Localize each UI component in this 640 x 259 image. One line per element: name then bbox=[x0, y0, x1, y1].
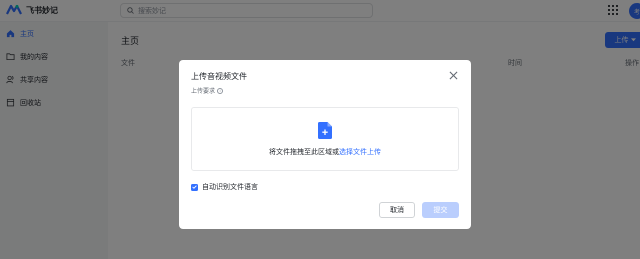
upload-requirements-label: 上传要求 bbox=[191, 89, 216, 95]
select-file-link[interactable]: 选择文件上传 bbox=[339, 149, 381, 156]
checkmark-icon bbox=[192, 185, 197, 189]
dropzone-hint: 将文件拖拽至此区域或 bbox=[269, 149, 339, 156]
info-icon: i bbox=[217, 87, 224, 94]
auto-detect-checkbox[interactable] bbox=[191, 183, 198, 191]
cancel-button[interactable]: 取消 bbox=[379, 202, 415, 218]
dialog-title: 上传音视频文件 bbox=[191, 72, 247, 81]
upload-dialog: 上传音视频文件 上传要求 i 将文件拖拽至此区域或选择文件上传 自动识别文件语言… bbox=[179, 60, 471, 229]
auto-detect-language-option[interactable]: 自动识别文件语言 bbox=[191, 182, 258, 192]
submit-button[interactable]: 提交 bbox=[422, 202, 459, 218]
close-icon[interactable] bbox=[449, 71, 458, 80]
auto-detect-label: 自动识别文件语言 bbox=[202, 184, 258, 191]
dropzone-text: 将文件拖拽至此区域或选择文件上传 bbox=[192, 147, 458, 157]
upload-requirements[interactable]: 上传要求 i bbox=[191, 86, 224, 95]
file-dropzone[interactable]: 将文件拖拽至此区域或选择文件上传 bbox=[191, 107, 459, 171]
file-add-icon bbox=[318, 122, 332, 139]
